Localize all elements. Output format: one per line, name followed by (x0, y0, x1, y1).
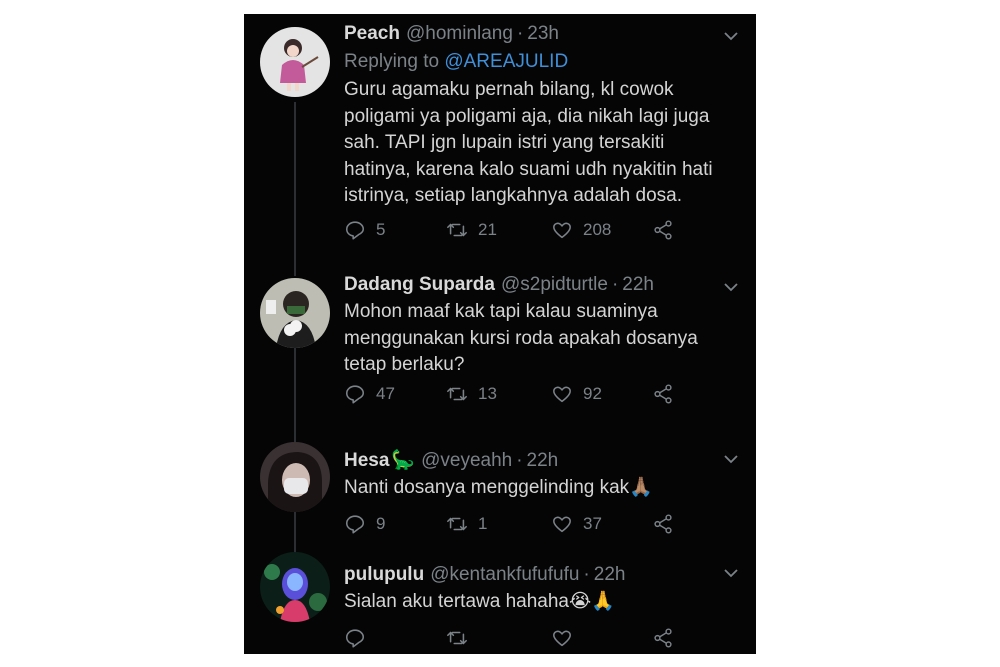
avatar-image (260, 27, 330, 97)
avatar[interactable] (260, 278, 330, 348)
timestamp[interactable]: 22h (527, 449, 559, 473)
mention-link[interactable]: @AREAJULID (444, 51, 568, 72)
reply-count: 5 (376, 220, 386, 239)
retweet-icon (447, 631, 467, 645)
tweet-header: Peach @hominlang · 23h (344, 22, 742, 46)
reply-icon (345, 629, 365, 648)
retweet-button[interactable] (446, 627, 468, 649)
like-count: 37 (583, 514, 602, 533)
like-button[interactable]: 208 (551, 219, 611, 241)
reply-button[interactable]: 47 (344, 383, 395, 405)
avatar[interactable] (260, 552, 330, 622)
like-button[interactable]: 92 (551, 383, 602, 405)
reply-button[interactable]: 5 (344, 219, 385, 241)
display-name[interactable]: Hesa (344, 449, 389, 473)
share-button[interactable] (652, 627, 674, 649)
tweet-text: Sialan aku tertawa hahaha😭🙏 (344, 591, 615, 612)
tweet-actions: 47 13 92 (344, 381, 684, 407)
avatar-image (260, 278, 330, 348)
tweet-header: Hesa 🦕 @veyeahh · 22h (344, 449, 742, 473)
separator: · (516, 450, 523, 471)
share-icon (654, 384, 672, 404)
retweet-count: 1 (478, 514, 488, 533)
user-handle[interactable]: @hominlang (406, 22, 513, 46)
heart-icon (553, 222, 571, 239)
share-icon (654, 220, 672, 240)
like-count: 208 (583, 220, 612, 239)
display-name[interactable]: pulupulu (344, 563, 424, 587)
separator: · (583, 564, 590, 585)
heart-icon (553, 386, 571, 403)
heart-icon (553, 630, 571, 647)
tweet-text: Guru agamaku pernah bilang, kl cowok pol… (344, 79, 713, 206)
tweet-text: Nanti dosanya menggelinding kak🙏🏽 (344, 477, 653, 498)
share-button[interactable] (652, 513, 674, 535)
retweet-button[interactable]: 13 (446, 383, 497, 405)
retweet-button[interactable]: 21 (446, 219, 497, 241)
thread-connector (294, 102, 296, 276)
name-emoji: 🦕 (391, 450, 416, 471)
retweet-count: 21 (478, 220, 497, 239)
chevron-down-icon[interactable] (722, 564, 740, 582)
timestamp[interactable]: 23h (527, 22, 559, 46)
retweet-icon (447, 387, 467, 401)
share-icon (654, 514, 672, 534)
reply-button[interactable] (344, 627, 366, 649)
retweet-count: 13 (478, 384, 497, 403)
tweet-text: Mohon maaf kak tapi kalau suaminya mengg… (344, 301, 698, 375)
reply-icon (345, 221, 365, 240)
thread-connector (294, 512, 296, 552)
tweet-header: pulupulu @kentankfufufufu · 22h (344, 563, 742, 587)
heart-icon (553, 516, 571, 533)
display-name[interactable]: Dadang Suparda (344, 273, 495, 297)
avatar-image (260, 552, 330, 622)
chevron-down-icon[interactable] (722, 278, 740, 296)
user-handle[interactable]: @kentankfufufufu (430, 563, 579, 587)
reply-icon (345, 515, 365, 534)
reply-count: 9 (376, 514, 386, 533)
display-name[interactable]: Peach (344, 22, 400, 46)
avatar-image (260, 442, 330, 512)
tweet-actions (344, 625, 684, 651)
tweet-thread: Peach @hominlang · 23h Replying to @AREA… (244, 14, 756, 654)
retweet-icon (447, 517, 467, 531)
like-count: 92 (583, 384, 602, 403)
share-button[interactable] (652, 219, 674, 241)
reply-icon (345, 385, 365, 404)
like-button[interactable]: 37 (551, 513, 602, 535)
chevron-down-icon[interactable] (722, 450, 740, 468)
timestamp[interactable]: 22h (594, 563, 626, 587)
reply-count: 47 (376, 384, 395, 403)
retweet-button[interactable]: 1 (446, 513, 487, 535)
reply-button[interactable]: 9 (344, 513, 385, 535)
timestamp[interactable]: 22h (622, 273, 654, 297)
replying-to: Replying to @AREAJULID (344, 49, 742, 75)
avatar[interactable] (260, 27, 330, 97)
separator: · (611, 274, 619, 295)
chevron-down-icon[interactable] (722, 27, 740, 45)
like-button[interactable] (551, 627, 573, 649)
user-handle[interactable]: @s2pidturtle (501, 273, 608, 297)
tweet-header: Dadang Suparda @s2pidturtle · 22h (344, 273, 742, 297)
replying-prefix: Replying to (344, 51, 445, 72)
tweet-actions: 5 21 208 (344, 217, 684, 243)
avatar[interactable] (260, 442, 330, 512)
user-handle[interactable]: @veyeahh (421, 449, 512, 473)
separator: · (516, 23, 524, 44)
tweet-actions: 9 1 37 (344, 511, 684, 537)
thread-connector (294, 348, 296, 446)
share-icon (654, 628, 672, 648)
retweet-icon (447, 223, 467, 237)
share-button[interactable] (652, 383, 674, 405)
